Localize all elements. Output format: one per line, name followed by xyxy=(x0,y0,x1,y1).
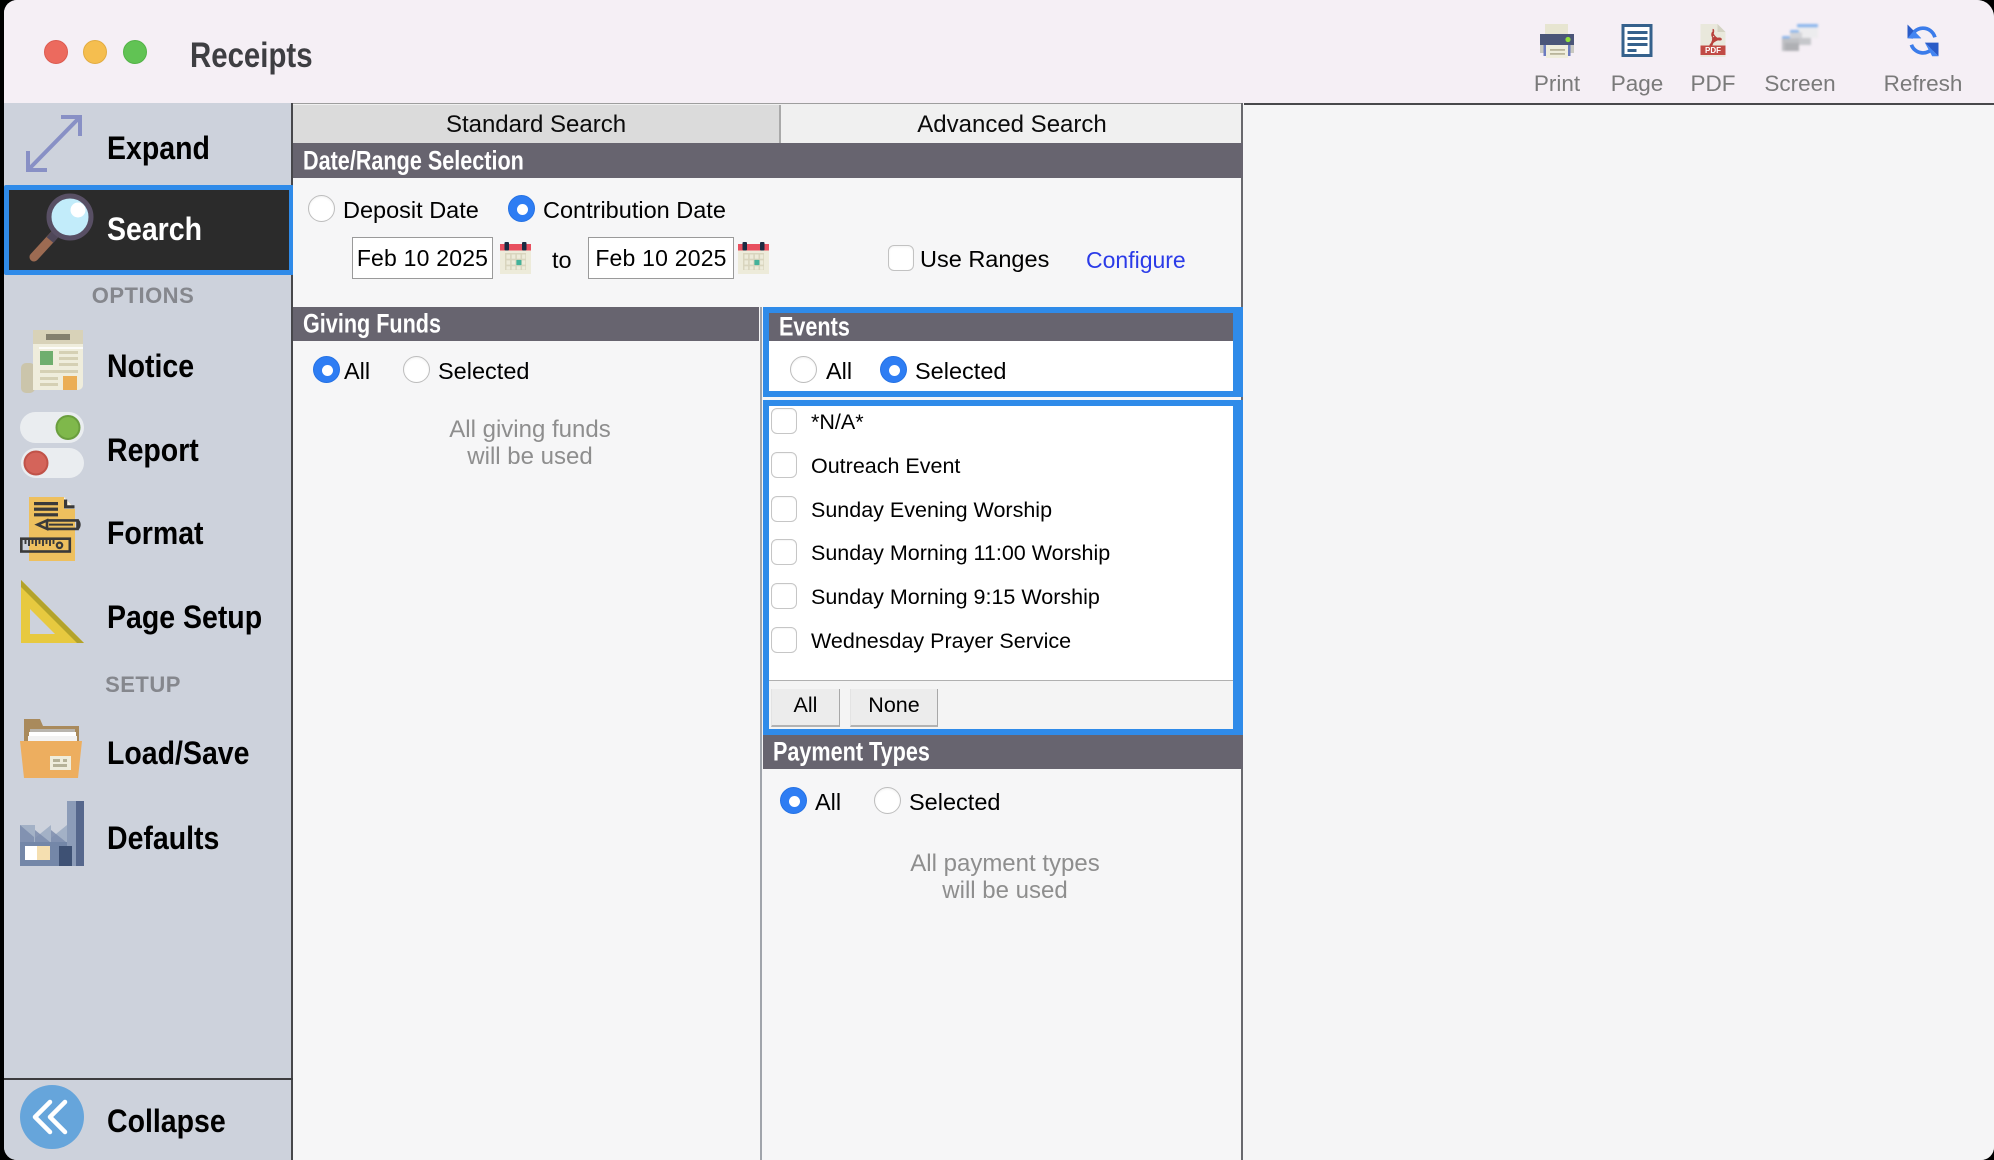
svg-text:PDF: PDF xyxy=(1705,46,1721,55)
